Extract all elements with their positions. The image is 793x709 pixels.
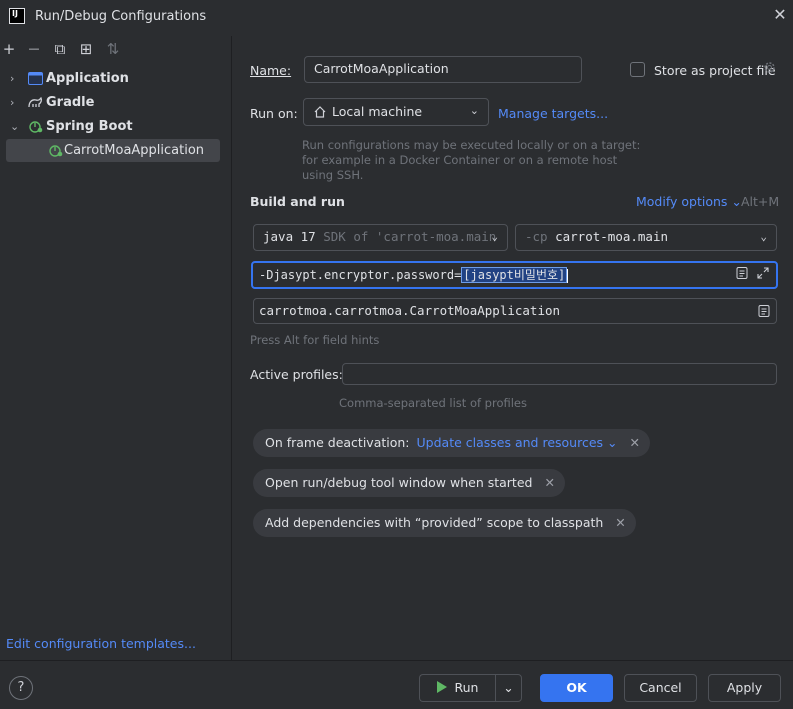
tree-item-spring-boot[interactable]: ⌄ Spring Boot — [6, 115, 220, 138]
name-input[interactable]: CarrotMoaApplication — [304, 56, 582, 83]
run-on-hint: Run configurations may be executed local… — [302, 138, 641, 182]
active-profiles-hint: Comma-separated list of profiles — [339, 396, 527, 410]
remove-icon[interactable]: — — [25, 40, 43, 58]
run-dropdown-button[interactable]: ⌄ — [495, 674, 522, 702]
chevron-down-icon: ⌄ — [760, 230, 767, 243]
chevron-down-icon: ⌄ — [491, 230, 498, 243]
main-class-input[interactable]: carrotmoa.carrotmoa.CarrotMoaApplication — [253, 298, 777, 324]
chevron-down-icon[interactable]: ⌄ — [607, 435, 617, 450]
jdk-select[interactable]: java 17 SDK of 'carrot-moa.main ⌄ — [253, 224, 508, 251]
classpath-flag: -cp — [525, 229, 548, 244]
house-icon — [314, 106, 326, 118]
new-folder-icon[interactable]: ⊞ — [77, 40, 95, 58]
store-as-project-file-label: Store as project file — [654, 63, 776, 78]
chevron-down-icon: ⌄ — [469, 104, 479, 117]
gradle-icon — [28, 96, 43, 108]
provided-scope-chip[interactable]: Add dependencies with “provided” scope t… — [253, 509, 636, 537]
classpath-select[interactable]: -cp carrot-moa.main ⌄ — [515, 224, 777, 251]
apply-button[interactable]: Apply — [708, 674, 781, 702]
play-icon — [436, 681, 447, 693]
sort-icon[interactable]: ⇅ — [104, 40, 122, 58]
jdk-description: SDK of 'carrot-moa.main — [323, 229, 497, 244]
gear-icon[interactable] — [762, 60, 777, 75]
chevron-right-icon[interactable]: › — [10, 67, 22, 90]
intellij-logo-icon: IJ — [9, 8, 25, 24]
name-label: Name: — [250, 63, 292, 78]
list-icon[interactable] — [735, 266, 749, 280]
application-icon — [28, 72, 43, 85]
ok-button[interactable]: OK — [540, 674, 613, 702]
tree-item-gradle[interactable]: › Gradle — [6, 91, 220, 114]
run-button[interactable]: Run — [419, 674, 495, 702]
close-icon[interactable]: ✕ — [771, 6, 789, 24]
field-hints-hint: Press Alt for field hints — [250, 333, 380, 347]
chip-label: On frame deactivation: — [265, 435, 410, 450]
spring-boot-icon — [29, 121, 43, 133]
manage-targets-link[interactable]: Manage targets... — [498, 106, 608, 121]
update-classes-link[interactable]: Update classes and resources — [417, 435, 604, 450]
chip-label: Open run/debug tool window when started — [265, 475, 533, 490]
active-profiles-input[interactable] — [342, 363, 777, 385]
tree-item-carrotmoaapplication[interactable]: CarrotMoaApplication — [6, 139, 220, 162]
cancel-button[interactable]: Cancel — [624, 674, 697, 702]
tree-item-label: CarrotMoaApplication — [64, 143, 205, 158]
run-on-select[interactable]: Local machine ⌄ — [303, 98, 489, 126]
text-cursor — [567, 268, 569, 283]
classpath-module: carrot-moa.main — [555, 229, 668, 244]
close-icon[interactable]: ✕ — [615, 515, 625, 530]
chevron-down-icon[interactable]: ⌄ — [10, 115, 22, 138]
tree-item-label: Application — [46, 71, 129, 86]
edit-templates-link[interactable]: Edit configuration templates... — [6, 636, 196, 651]
build-and-run-title: Build and run — [250, 194, 345, 209]
active-profiles-label: Active profiles: — [250, 367, 343, 382]
close-icon[interactable]: ✕ — [544, 475, 554, 490]
tree-item-label: Gradle — [46, 95, 95, 110]
frame-deactivation-chip[interactable]: On frame deactivation: Update classes an… — [253, 429, 650, 457]
window-title: Run/Debug Configurations — [35, 9, 207, 24]
list-icon[interactable] — [757, 304, 771, 318]
expand-icon[interactable] — [756, 266, 770, 280]
open-tool-window-chip[interactable]: Open run/debug tool window when started … — [253, 469, 565, 497]
help-button[interactable]: ? — [9, 676, 33, 700]
spring-boot-icon — [49, 145, 63, 157]
modify-options-shortcut: Alt+M — [741, 194, 780, 209]
add-icon[interactable]: + — [0, 40, 18, 58]
store-as-project-file-checkbox[interactable] — [630, 62, 645, 77]
close-icon[interactable]: ✕ — [630, 435, 640, 450]
chevron-down-icon: ⌄ — [503, 680, 514, 695]
run-on-label: Run on: — [250, 106, 298, 121]
run-on-value: Local machine — [332, 104, 423, 119]
tree-item-application[interactable]: › Application — [6, 67, 220, 90]
chevron-right-icon[interactable]: › — [10, 91, 22, 114]
copy-icon[interactable]: ⧉ — [51, 40, 69, 58]
vm-options-text: -Djasypt.encryptor.password= — [259, 268, 462, 282]
chip-label: Add dependencies with “provided” scope t… — [265, 515, 604, 530]
jdk-version: java 17 — [263, 229, 316, 244]
modify-options-link[interactable]: Modify options ⌄ — [636, 194, 742, 209]
vm-options-input[interactable]: -Djasypt.encryptor.password= [jasypt비밀번호] — [251, 261, 778, 289]
tree-item-label: Spring Boot — [46, 119, 133, 134]
vm-options-selection: [jasypt비밀번호] — [461, 267, 568, 283]
